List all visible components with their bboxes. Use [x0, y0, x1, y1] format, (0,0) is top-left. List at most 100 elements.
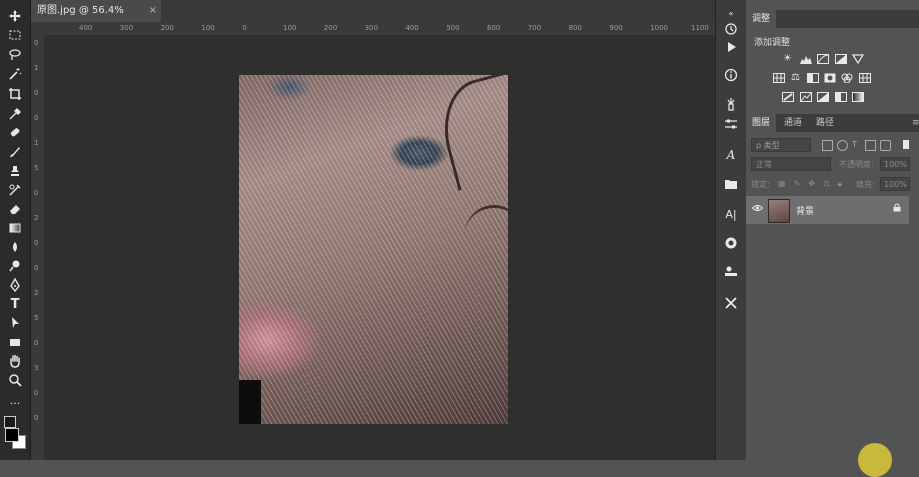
- libraries-panel-icon[interactable]: [721, 262, 741, 280]
- type-tool-icon[interactable]: T: [5, 296, 25, 312]
- path-selection-tool-icon[interactable]: [5, 315, 25, 331]
- adjustment-filter-icon[interactable]: [837, 140, 848, 151]
- document-tab[interactable]: 原图.jpg @ 56.4%(RGB/8) * ×: [31, 0, 161, 38]
- color-balance-icon[interactable]: ⚖: [789, 72, 802, 83]
- brush-preset-panel-icon[interactable]: [721, 95, 741, 113]
- layer-lock-icon[interactable]: [893, 203, 901, 215]
- ruler-tick-label: 0: [34, 414, 39, 422]
- lock-label: 锁定:: [751, 180, 770, 189]
- tools-panel-icon[interactable]: [721, 294, 741, 312]
- opacity-label: 不透明度:: [839, 160, 874, 169]
- clone-stamp-tool-icon[interactable]: [5, 163, 25, 179]
- ruler-tick-label: 0: [34, 189, 39, 197]
- opacity-input[interactable]: 100%: [880, 157, 910, 171]
- lock-pixels-icon[interactable]: ✎: [794, 179, 801, 189]
- dark-region: [239, 380, 261, 424]
- zoom-tool-icon[interactable]: [5, 372, 25, 388]
- dodge-tool-icon[interactable]: [5, 258, 25, 274]
- eyedropper-tool-icon[interactable]: [5, 106, 25, 122]
- hue-saturation-icon[interactable]: [772, 72, 785, 83]
- paragraph-panel-icon[interactable]: A|: [721, 205, 741, 223]
- panel-icon-strip: « A A|: [715, 0, 747, 460]
- image-canvas[interactable]: [239, 75, 508, 424]
- posterize-icon[interactable]: [799, 91, 812, 102]
- ruler-tick-label: 400: [405, 24, 419, 32]
- hair-strand: [431, 75, 508, 191]
- tab-layers[interactable]: 图层: [746, 114, 777, 132]
- tools-panel: T ···: [0, 0, 31, 460]
- move-tool-icon[interactable]: [5, 8, 25, 24]
- ruler-tick-label: 1000: [650, 24, 669, 32]
- lock-artboard-icon[interactable]: ⊡: [823, 179, 830, 189]
- default-colors-icon[interactable]: [4, 416, 16, 428]
- vibrance-icon[interactable]: [851, 53, 864, 64]
- pen-tool-icon[interactable]: [5, 277, 25, 293]
- rectangle-tool-icon[interactable]: [5, 334, 25, 350]
- close-icon[interactable]: ×: [149, 0, 157, 22]
- pixel-filter-icon[interactable]: [822, 140, 833, 151]
- layer-row-background[interactable]: 背景: [746, 196, 909, 224]
- fill-input[interactable]: 100%: [880, 177, 910, 191]
- ruler-tick-label: 0: [242, 24, 247, 32]
- ruler-tick-label: 900: [609, 24, 623, 32]
- threshold-icon[interactable]: [816, 91, 829, 102]
- lock-transparent-icon[interactable]: ▦: [778, 179, 786, 189]
- eraser-tool-icon[interactable]: [5, 201, 25, 217]
- document-tab-bar: 原图.jpg @ 56.4%(RGB/8) * ×: [31, 0, 715, 38]
- gradient-tool-icon[interactable]: [5, 220, 25, 236]
- healing-brush-tool-icon[interactable]: [5, 125, 25, 141]
- tab-adjustments[interactable]: 调整: [746, 10, 777, 28]
- levels-icon[interactable]: [799, 53, 812, 64]
- crop-tool-icon[interactable]: [5, 86, 25, 102]
- styles-panel-icon[interactable]: [721, 234, 741, 252]
- brush-tool-icon[interactable]: [5, 144, 25, 160]
- history-brush-tool-icon[interactable]: [5, 182, 25, 198]
- layer-thumbnail: [768, 199, 790, 223]
- gradient-map-icon[interactable]: [851, 91, 864, 102]
- hair-strand: [464, 205, 508, 268]
- adjustments-panel-header: 调整: [746, 10, 919, 28]
- brightness-icon[interactable]: ☀: [781, 53, 794, 64]
- character-panel-icon[interactable]: A: [721, 146, 741, 164]
- filter-toggle-icon[interactable]: [903, 140, 909, 149]
- ruler-tick-label: 200: [160, 24, 174, 32]
- ruler-tick-label: 0: [34, 339, 39, 347]
- ruler-tick-label: 0: [34, 239, 39, 247]
- ruler-tick-label: 5: [34, 164, 39, 172]
- lasso-tool-icon[interactable]: [5, 47, 25, 63]
- photo-filter-icon[interactable]: [823, 72, 836, 83]
- lock-icons: ▦ ✎ ✥ ⊡ 🔒︎: [778, 179, 842, 189]
- curves-icon[interactable]: [816, 53, 829, 64]
- blur-tool-icon[interactable]: [5, 239, 25, 255]
- smart-object-filter-icon[interactable]: [880, 140, 891, 151]
- hand-tool-icon[interactable]: [5, 353, 25, 369]
- tab-paths[interactable]: 路径: [810, 114, 840, 132]
- lock-all-icon[interactable]: 🔒︎: [838, 179, 842, 189]
- history-panel-icon[interactable]: [721, 20, 741, 38]
- blend-mode-select[interactable]: 正常: [751, 157, 831, 171]
- invert-icon[interactable]: [781, 91, 794, 102]
- marquee-tool-icon[interactable]: [5, 27, 25, 43]
- channel-mixer-icon[interactable]: [840, 72, 853, 83]
- layer-filter-icons: T: [822, 140, 918, 152]
- magic-wand-tool-icon[interactable]: [5, 66, 25, 82]
- tab-channels[interactable]: 通道: [778, 114, 808, 132]
- layer-name[interactable]: 背景: [796, 204, 814, 217]
- more-tools-icon[interactable]: ···: [5, 395, 25, 411]
- brush-settings-panel-icon[interactable]: [721, 115, 741, 133]
- exposure-icon[interactable]: [834, 53, 847, 64]
- panel-menu-icon[interactable]: ≡: [906, 114, 919, 132]
- shape-filter-icon[interactable]: [865, 140, 876, 151]
- lock-position-icon[interactable]: ✥: [808, 179, 815, 189]
- foreground-color-swatch[interactable]: [5, 428, 19, 442]
- type-filter-icon[interactable]: T: [852, 140, 861, 149]
- selective-color-icon[interactable]: [834, 91, 847, 102]
- layer-filter-select[interactable]: ρ 类型: [751, 138, 811, 152]
- fill-label: 填充:: [856, 180, 875, 189]
- color-lookup-icon[interactable]: [858, 72, 871, 83]
- visibility-eye-icon[interactable]: [751, 204, 764, 215]
- black-white-icon[interactable]: [806, 72, 819, 83]
- folder-panel-icon[interactable]: [721, 175, 741, 193]
- info-panel-icon[interactable]: [721, 66, 741, 84]
- actions-panel-icon[interactable]: [721, 38, 741, 56]
